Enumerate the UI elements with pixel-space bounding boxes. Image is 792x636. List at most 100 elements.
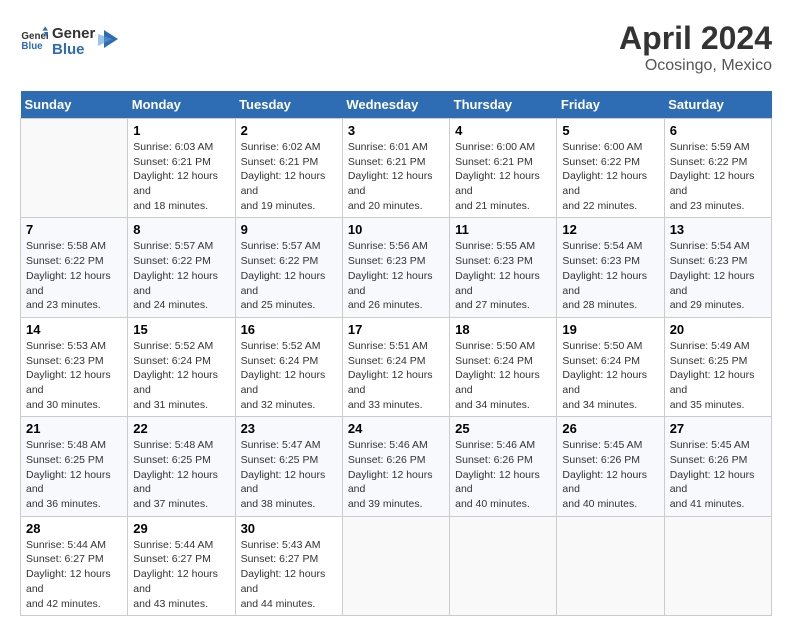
day-number: 22 bbox=[133, 421, 229, 436]
logo: General Blue General Blue bbox=[20, 20, 120, 58]
header-day-tuesday: Tuesday bbox=[235, 91, 342, 119]
day-info: Sunrise: 5:52 AMSunset: 6:24 PMDaylight:… bbox=[241, 339, 337, 412]
daylight-text-cont: and 22 minutes. bbox=[562, 200, 637, 212]
daylight-text: Daylight: 12 hours and bbox=[562, 270, 647, 297]
sunset-text: Sunset: 6:23 PM bbox=[670, 255, 748, 267]
daylight-text: Daylight: 12 hours and bbox=[348, 270, 433, 297]
daylight-text: Daylight: 12 hours and bbox=[348, 469, 433, 496]
title-area: April 2024 Ocosingo, Mexico bbox=[619, 20, 772, 75]
day-number: 2 bbox=[241, 123, 337, 138]
daylight-text: Daylight: 12 hours and bbox=[562, 170, 647, 197]
day-number: 17 bbox=[348, 322, 444, 337]
day-number: 8 bbox=[133, 222, 229, 237]
calendar-cell: 17 Sunrise: 5:51 AMSunset: 6:24 PMDayligh… bbox=[342, 317, 449, 416]
day-info: Sunrise: 6:03 AMSunset: 6:21 PMDaylight:… bbox=[133, 140, 229, 213]
sunset-text: Sunset: 6:23 PM bbox=[26, 355, 104, 367]
calendar-cell: 2 Sunrise: 6:02 AMSunset: 6:21 PMDaylight… bbox=[235, 119, 342, 218]
daylight-text-cont: and 20 minutes. bbox=[348, 200, 423, 212]
daylight-text: Daylight: 12 hours and bbox=[348, 369, 433, 396]
day-number: 20 bbox=[670, 322, 766, 337]
sunrise-text: Sunrise: 5:52 AM bbox=[241, 340, 321, 352]
daylight-text-cont: and 30 minutes. bbox=[26, 399, 101, 411]
day-number: 6 bbox=[670, 123, 766, 138]
header: General Blue General Blue April 2024 Oco… bbox=[20, 20, 772, 75]
day-info: Sunrise: 5:44 AMSunset: 6:27 PMDaylight:… bbox=[133, 538, 229, 611]
day-number: 10 bbox=[348, 222, 444, 237]
day-number: 16 bbox=[241, 322, 337, 337]
sunrise-text: Sunrise: 5:59 AM bbox=[670, 141, 750, 153]
sunrise-text: Sunrise: 6:03 AM bbox=[133, 141, 213, 153]
daylight-text: Daylight: 12 hours and bbox=[455, 170, 540, 197]
day-info: Sunrise: 6:00 AMSunset: 6:21 PMDaylight:… bbox=[455, 140, 551, 213]
day-info: Sunrise: 5:57 AMSunset: 6:22 PMDaylight:… bbox=[133, 239, 229, 312]
daylight-text-cont: and 34 minutes. bbox=[455, 399, 530, 411]
sunset-text: Sunset: 6:22 PM bbox=[133, 255, 211, 267]
daylight-text: Daylight: 12 hours and bbox=[133, 170, 218, 197]
day-info: Sunrise: 6:01 AMSunset: 6:21 PMDaylight:… bbox=[348, 140, 444, 213]
daylight-text-cont: and 27 minutes. bbox=[455, 299, 530, 311]
daylight-text: Daylight: 12 hours and bbox=[241, 369, 326, 396]
sunset-text: Sunset: 6:26 PM bbox=[562, 454, 640, 466]
calendar-week-row: 7Sunrise: 5:58 AMSunset: 6:22 PMDaylight… bbox=[21, 218, 772, 317]
calendar-cell: 16 Sunrise: 5:52 AMSunset: 6:24 PMDayligh… bbox=[235, 317, 342, 416]
daylight-text: Daylight: 12 hours and bbox=[562, 369, 647, 396]
sunset-text: Sunset: 6:24 PM bbox=[455, 355, 533, 367]
day-number: 3 bbox=[348, 123, 444, 138]
sunset-text: Sunset: 6:26 PM bbox=[455, 454, 533, 466]
day-info: Sunrise: 5:57 AMSunset: 6:22 PMDaylight:… bbox=[241, 239, 337, 312]
day-info: Sunrise: 5:46 AMSunset: 6:26 PMDaylight:… bbox=[455, 438, 551, 511]
calendar-cell: 9 Sunrise: 5:57 AMSunset: 6:22 PMDaylight… bbox=[235, 218, 342, 317]
logo-icon: General Blue bbox=[20, 25, 48, 53]
daylight-text: Daylight: 12 hours and bbox=[348, 170, 433, 197]
sunrise-text: Sunrise: 5:47 AM bbox=[241, 439, 321, 451]
calendar-cell: 23Sunrise: 5:47 AMSunset: 6:25 PMDayligh… bbox=[235, 417, 342, 516]
sunrise-text: Sunrise: 5:50 AM bbox=[562, 340, 642, 352]
calendar-cell: 22Sunrise: 5:48 AMSunset: 6:25 PMDayligh… bbox=[128, 417, 235, 516]
sunrise-text: Sunrise: 5:55 AM bbox=[455, 240, 535, 252]
day-info: Sunrise: 5:51 AMSunset: 6:24 PMDaylight:… bbox=[348, 339, 444, 412]
header-day-wednesday: Wednesday bbox=[342, 91, 449, 119]
day-number: 21 bbox=[26, 421, 122, 436]
day-info: Sunrise: 5:45 AMSunset: 6:26 PMDaylight:… bbox=[670, 438, 766, 511]
day-info: Sunrise: 5:44 AMSunset: 6:27 PMDaylight:… bbox=[26, 538, 122, 611]
sunset-text: Sunset: 6:23 PM bbox=[562, 255, 640, 267]
daylight-text-cont: and 24 minutes. bbox=[133, 299, 208, 311]
day-info: Sunrise: 5:50 AMSunset: 6:24 PMDaylight:… bbox=[562, 339, 658, 412]
sunrise-text: Sunrise: 5:54 AM bbox=[562, 240, 642, 252]
calendar-cell: 30Sunrise: 5:43 AMSunset: 6:27 PMDayligh… bbox=[235, 516, 342, 615]
day-number: 9 bbox=[241, 222, 337, 237]
sunrise-text: Sunrise: 5:44 AM bbox=[26, 539, 106, 551]
day-number: 12 bbox=[562, 222, 658, 237]
sunrise-text: Sunrise: 5:56 AM bbox=[348, 240, 428, 252]
day-number: 19 bbox=[562, 322, 658, 337]
day-info: Sunrise: 5:56 AMSunset: 6:23 PMDaylight:… bbox=[348, 239, 444, 312]
svg-text:Blue: Blue bbox=[52, 41, 85, 58]
daylight-text-cont: and 23 minutes. bbox=[670, 200, 745, 212]
daylight-text: Daylight: 12 hours and bbox=[455, 270, 540, 297]
day-info: Sunrise: 5:55 AMSunset: 6:23 PMDaylight:… bbox=[455, 239, 551, 312]
calendar-cell: 6Sunrise: 5:59 AMSunset: 6:22 PMDaylight… bbox=[664, 119, 771, 218]
daylight-text: Daylight: 12 hours and bbox=[26, 369, 111, 396]
daylight-text: Daylight: 12 hours and bbox=[26, 469, 111, 496]
day-number: 7 bbox=[26, 222, 122, 237]
daylight-text: Daylight: 12 hours and bbox=[133, 568, 218, 595]
header-day-sunday: Sunday bbox=[21, 91, 128, 119]
day-number: 23 bbox=[241, 421, 337, 436]
calendar-cell: 5Sunrise: 6:00 AMSunset: 6:22 PMDaylight… bbox=[557, 119, 664, 218]
calendar-cell: 11Sunrise: 5:55 AMSunset: 6:23 PMDayligh… bbox=[450, 218, 557, 317]
calendar-cell: 20Sunrise: 5:49 AMSunset: 6:25 PMDayligh… bbox=[664, 317, 771, 416]
sunset-text: Sunset: 6:25 PM bbox=[670, 355, 748, 367]
calendar-cell: 26Sunrise: 5:45 AMSunset: 6:26 PMDayligh… bbox=[557, 417, 664, 516]
sunset-text: Sunset: 6:24 PM bbox=[348, 355, 426, 367]
calendar-cell: 7Sunrise: 5:58 AMSunset: 6:22 PMDaylight… bbox=[21, 218, 128, 317]
day-info: Sunrise: 5:48 AMSunset: 6:25 PMDaylight:… bbox=[26, 438, 122, 511]
day-number: 29 bbox=[133, 521, 229, 536]
daylight-text: Daylight: 12 hours and bbox=[26, 568, 111, 595]
day-info: Sunrise: 5:54 AMSunset: 6:23 PMDaylight:… bbox=[670, 239, 766, 312]
day-info: Sunrise: 6:02 AMSunset: 6:21 PMDaylight:… bbox=[241, 140, 337, 213]
daylight-text: Daylight: 12 hours and bbox=[670, 170, 755, 197]
day-info: Sunrise: 5:52 AMSunset: 6:24 PMDaylight:… bbox=[133, 339, 229, 412]
daylight-text: Daylight: 12 hours and bbox=[241, 270, 326, 297]
sunrise-text: Sunrise: 5:43 AM bbox=[241, 539, 321, 551]
calendar-week-row: 14Sunrise: 5:53 AMSunset: 6:23 PMDayligh… bbox=[21, 317, 772, 416]
